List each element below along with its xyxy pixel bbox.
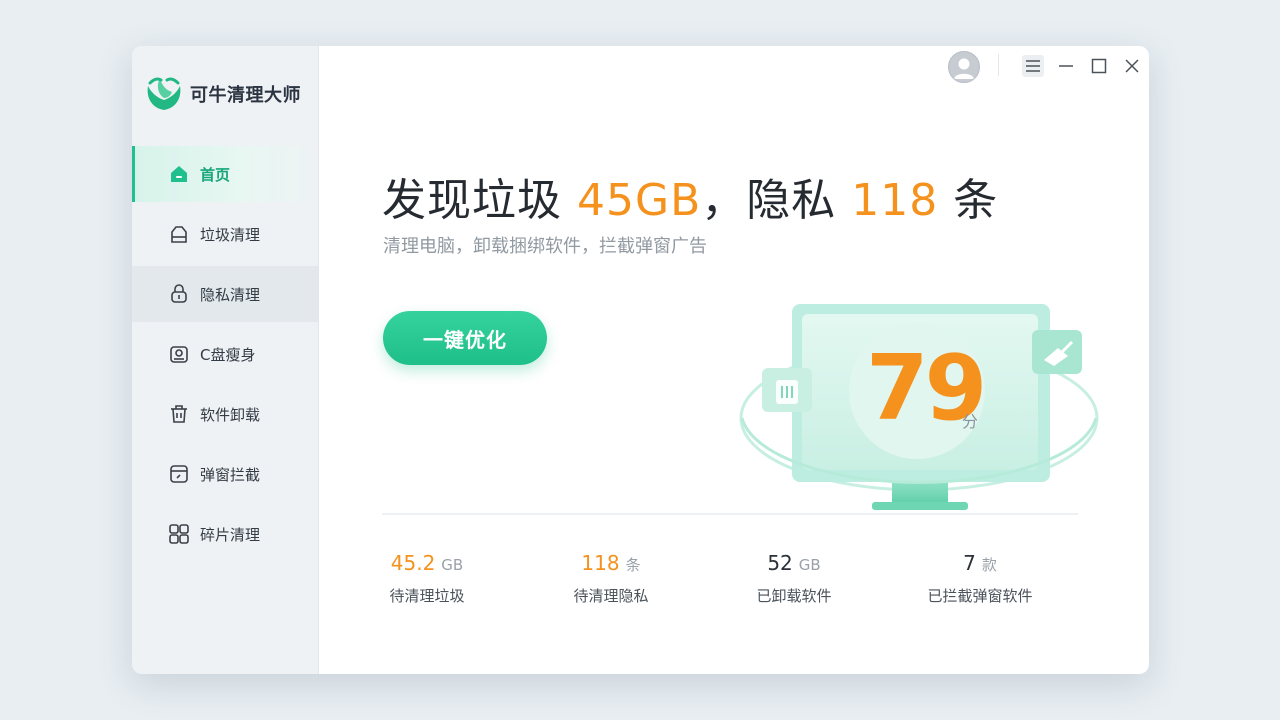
stat-value: 52: [767, 551, 793, 575]
stat-label: 待清理隐私: [573, 587, 649, 605]
sidebar-item-label: 碎片清理: [200, 525, 261, 544]
stat-label: 待清理垃圾: [389, 587, 465, 605]
fragments-icon: [168, 523, 190, 545]
user-icon: [954, 58, 974, 79]
stat-unit: 条: [625, 556, 641, 574]
minimize-button[interactable]: [1055, 55, 1077, 77]
sidebar-nav: 首页 垃圾清理 隐私清理 C盘瘦身 软件卸载 弹窗拦截 碎片清理: [132, 146, 318, 566]
stat-label: 已卸载软件: [756, 587, 832, 605]
stat-popups-blocked: 7款 已拦截弹窗软件: [900, 551, 1060, 606]
headline-text: ，隐私: [701, 175, 852, 226]
stat-value: 7: [963, 551, 976, 575]
privacy-count-value: 118: [851, 175, 939, 226]
disk-icon: [168, 343, 190, 365]
sidebar-item-label: 弹窗拦截: [200, 465, 261, 484]
stat-privacy: 118 条 待清理隐私: [531, 551, 691, 606]
sidebar: 可牛清理大师 首页 垃圾清理 隐私清理 C盘瘦身 软件卸载 弹窗拦截 碎片清理: [132, 46, 319, 674]
menu-button[interactable]: [1022, 55, 1044, 77]
home-icon: [168, 163, 190, 185]
trash-badge-icon: [762, 368, 812, 412]
page-headline: 发现垃圾 45GB，隐私 118 条: [382, 164, 998, 228]
close-icon: [1125, 59, 1139, 73]
section-divider: [382, 513, 1078, 515]
stat-unit: GB: [441, 556, 464, 574]
uninstall-icon: [168, 403, 190, 425]
stat-value: 45.2: [390, 551, 436, 575]
sidebar-item-label: 隐私清理: [200, 285, 261, 304]
user-avatar[interactable]: [948, 51, 980, 83]
maximize-button[interactable]: [1088, 55, 1110, 77]
trash-clean-icon: [168, 223, 190, 245]
stat-unit: 款: [981, 556, 997, 574]
sidebar-item-uninstall[interactable]: 软件卸载: [132, 386, 318, 442]
stats-row: 45.2 GB 待清理垃圾 118 条 待清理隐私 52 GB 已卸载软件 7款 已拦…: [382, 551, 1092, 621]
maximize-icon: [1091, 58, 1107, 74]
app-window: 可牛清理大师 首页 垃圾清理 隐私清理 C盘瘦身 软件卸载 弹窗拦截 碎片清理 …: [132, 46, 1149, 674]
stat-uninstalled: 52 GB 已卸载软件: [714, 551, 874, 606]
sidebar-item-fragments[interactable]: 碎片清理: [132, 506, 318, 562]
minimize-icon: [1059, 65, 1073, 67]
headline-text: 条: [938, 175, 999, 226]
sidebar-item-label: 首页: [200, 165, 231, 184]
one-click-optimize-button[interactable]: 一键优化: [383, 311, 547, 365]
hamburger-icon: [1026, 60, 1040, 72]
stat-label: 已拦截弹窗软件: [927, 587, 1033, 605]
sidebar-item-label: 软件卸载: [200, 405, 261, 424]
popup-block-icon: [168, 463, 190, 485]
stat-unit: GB: [798, 556, 821, 574]
page-subtitle: 清理电脑，卸载捆绑软件，拦截弹窗广告: [383, 236, 707, 257]
sidebar-item-privacy-clean[interactable]: 隐私清理: [132, 266, 318, 322]
sidebar-item-label: C盘瘦身: [200, 345, 256, 364]
score-unit: 分: [962, 412, 979, 431]
headline-text: 发现垃圾: [382, 175, 577, 226]
junk-size-value: 45GB: [577, 175, 702, 226]
lock-icon: [168, 283, 190, 305]
sidebar-item-c-drive[interactable]: C盘瘦身: [132, 326, 318, 382]
sidebar-item-popup-block[interactable]: 弹窗拦截: [132, 446, 318, 502]
app-name: 可牛清理大师: [190, 85, 301, 106]
app-logo: 可牛清理大师: [144, 74, 301, 114]
close-button[interactable]: [1121, 55, 1143, 77]
stat-value: 118: [581, 551, 620, 575]
leaf-logo-icon: [147, 77, 181, 110]
stat-junk: 45.2 GB 待清理垃圾: [347, 551, 507, 606]
sidebar-item-home[interactable]: 首页: [132, 146, 318, 202]
titlebar-separator: [998, 54, 999, 76]
broom-badge-icon: [1032, 330, 1082, 374]
sidebar-item-junk-clean[interactable]: 垃圾清理: [132, 206, 318, 262]
sidebar-item-label: 垃圾清理: [200, 225, 261, 244]
